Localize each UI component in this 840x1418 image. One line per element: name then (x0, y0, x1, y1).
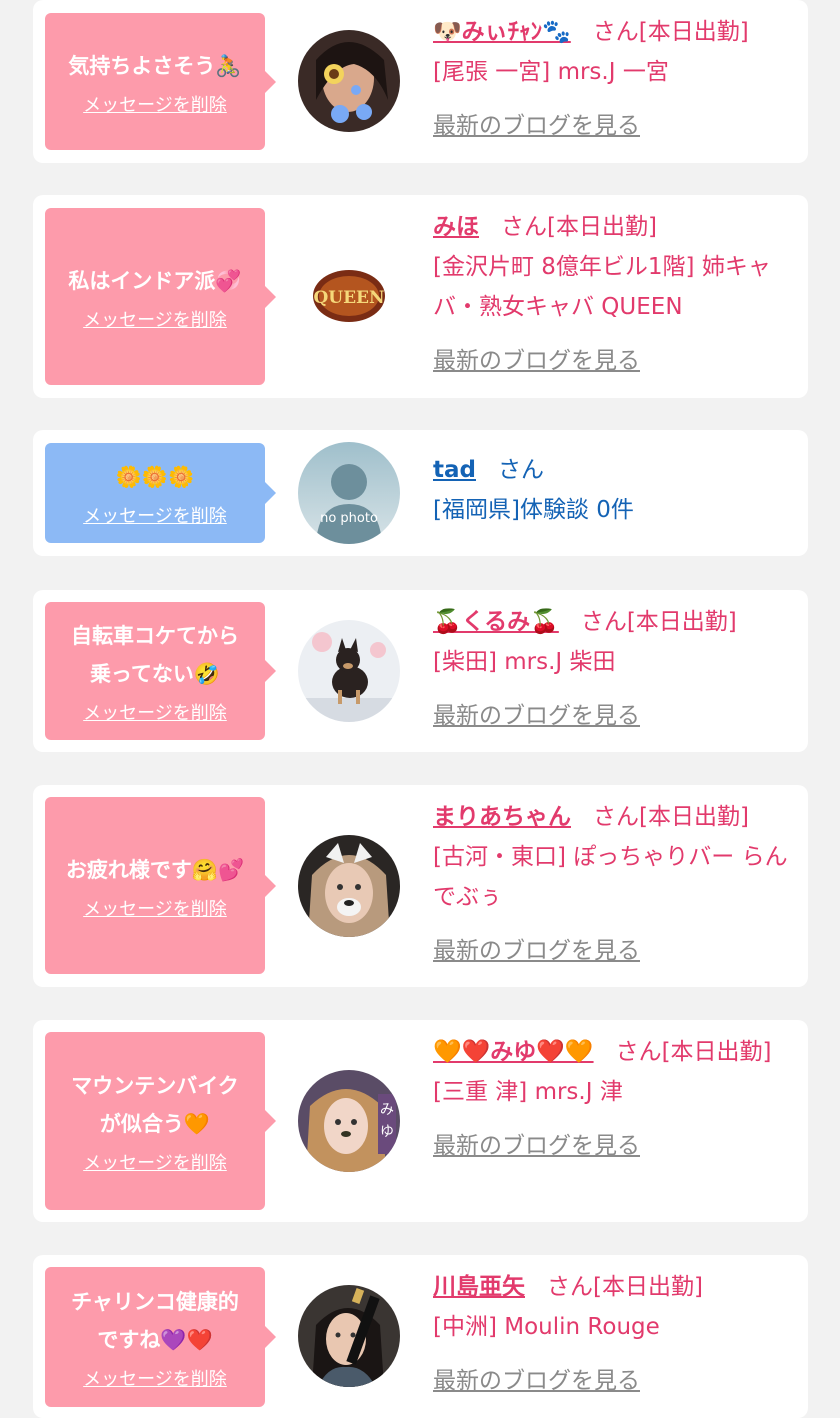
sender-name-link[interactable]: tad (433, 457, 476, 483)
message-text: 私はインドア派💞 (68, 268, 242, 293)
sender-info: tad さん [福岡県]体験談 0件 (433, 450, 794, 530)
avatar[interactable]: no photo (298, 442, 400, 544)
avatar[interactable]: QUEEN (298, 245, 400, 347)
status-text: [本日出勤] (638, 19, 749, 45)
san-label: さん (547, 1274, 593, 1300)
message-text: チャリンコ健康的 ですね💜❤️ (71, 1290, 239, 1352)
message-bubble: 🌼🌼🌼 メッセージを削除 (45, 443, 276, 543)
status-text: [本日出勤] (661, 1039, 772, 1065)
message-card: 気持ちよさそう🚴 メッセージを削除 🐶みぃﾁｬﾝ🐾 さん[本日出勤] [尾張 一宮… (33, 0, 808, 163)
message-text: マウンテンバイク が似合う🧡 (71, 1074, 239, 1136)
sender-name-link[interactable]: 川島亜矢 (433, 1274, 525, 1300)
latest-blog-link[interactable]: 最新のブログを見る (433, 696, 640, 736)
message-bubble: 気持ちよさそう🚴 メッセージを削除 (45, 13, 276, 150)
delete-message-link[interactable]: メッセージを削除 (83, 895, 227, 921)
sender-info: 🐶みぃﾁｬﾝ🐾 さん[本日出勤] [尾張 一宮] mrs.J 一宮 最新のブログを… (433, 12, 794, 146)
message-bubble: 自転車コケてから 乗ってない🤣 メッセージを削除 (45, 602, 276, 740)
status-text: [本日出勤] (547, 214, 657, 240)
san-label: さん (497, 457, 544, 483)
avatar[interactable] (298, 1285, 400, 1387)
message-text: 自転車コケてから 乗ってない🤣 (71, 624, 239, 686)
avatar[interactable] (298, 30, 400, 132)
message-card: マウンテンバイク が似合う🧡 メッセージを削除 み ゆ 🧡❤️みゆ❤️🧡 さん[本… (33, 1020, 808, 1222)
status-text: [本日出勤] (593, 1274, 703, 1300)
message-card: 自転車コケてから 乗ってない🤣 メッセージを削除 🍒くるみ🍒 さん[本日出勤] (33, 590, 808, 752)
status-text: [本日出勤] (639, 804, 749, 830)
message-card: 🌼🌼🌼 メッセージを削除 no photo tad さん [福岡県]体験談 0件 (33, 430, 808, 556)
latest-blog-link[interactable]: 最新のブログを見る (433, 106, 640, 146)
shop-text: [中洲] Moulin Rouge (433, 1314, 660, 1340)
delete-message-link[interactable]: メッセージを削除 (83, 1365, 227, 1391)
shop-text: [三重 津] mrs.J 津 (433, 1079, 623, 1105)
message-list: 気持ちよさそう🚴 メッセージを削除 🐶みぃﾁｬﾝ🐾 さん[本日出勤] [尾張 一宮… (0, 0, 840, 1418)
sender-info: まりあちゃん さん[本日出勤] [古河・東口] ぽっちゃりバー らんでぶぅ 最新の… (433, 797, 794, 971)
sender-name-link[interactable]: 🍒くるみ🍒 (433, 609, 559, 635)
message-bubble: チャリンコ健康的 ですね💜❤️ メッセージを削除 (45, 1267, 276, 1407)
sender-info: みほ さん[本日出勤] [金沢片町 8億年ビル1階] 姉キャバ・熟女キャバ QUE… (433, 207, 794, 381)
san-label: さん (501, 214, 547, 240)
no-photo-text: no photo (320, 511, 378, 526)
message-text: 気持ちよさそう🚴 (68, 53, 242, 78)
avatar[interactable]: み ゆ (298, 1070, 400, 1172)
message-text: お疲れ様です🤗💕 (65, 857, 245, 882)
shop-text: [柴田] mrs.J 柴田 (433, 649, 616, 675)
message-bubble: お疲れ様です🤗💕 メッセージを削除 (45, 797, 276, 974)
latest-blog-link[interactable]: 最新のブログを見る (433, 931, 640, 971)
san-label: さん (580, 609, 627, 635)
san-label: さん (615, 1039, 662, 1065)
san-label: さん (592, 19, 639, 45)
delete-message-link[interactable]: メッセージを削除 (83, 699, 227, 725)
message-card: 私はインドア派💞 メッセージを削除 QUEEN みほ さん[本日出勤] [金沢片町… (33, 195, 808, 398)
sender-info: 川島亜矢 さん[本日出勤] [中洲] Moulin Rouge 最新のブログを見る (433, 1267, 794, 1401)
svg-text:QUEEN: QUEEN (313, 288, 384, 308)
shop-text: [古河・東口] ぽっちゃりバー らんでぶぅ (433, 844, 788, 910)
sender-info: 🧡❤️みゆ❤️🧡 さん[本日出勤] [三重 津] mrs.J 津 最新のブログを見… (433, 1032, 794, 1166)
shop-text: [金沢片町 8億年ビル1階] 姉キャバ・熟女キャバ QUEEN (433, 254, 771, 320)
delete-message-link[interactable]: メッセージを削除 (83, 306, 227, 332)
shop-text: [尾張 一宮] mrs.J 一宮 (433, 59, 669, 85)
svg-text:ゆ: ゆ (380, 1124, 394, 1140)
message-card: チャリンコ健康的 ですね💜❤️ メッセージを削除 川島亜矢 さん[本日出勤] [中… (33, 1255, 808, 1418)
latest-blog-link[interactable]: 最新のブログを見る (433, 1126, 640, 1166)
message-bubble: マウンテンバイク が似合う🧡 メッセージを削除 (45, 1032, 276, 1210)
sender-info: 🍒くるみ🍒 さん[本日出勤] [柴田] mrs.J 柴田 最新のブログを見る (433, 602, 794, 736)
sender-name-link[interactable]: まりあちゃん (433, 804, 571, 830)
san-label: さん (593, 804, 639, 830)
message-card: お疲れ様です🤗💕 メッセージを削除 まりあちゃん さん[本日出勤] [古河・東口]… (33, 785, 808, 987)
sender-name-link[interactable]: 🧡❤️みゆ❤️🧡 (433, 1039, 594, 1065)
delete-message-link[interactable]: メッセージを削除 (83, 502, 227, 528)
sender-name-link[interactable]: みほ (433, 214, 479, 240)
status-text: [本日出勤] (626, 609, 737, 635)
message-text: 🌼🌼🌼 (115, 465, 195, 489)
sender-name-link[interactable]: 🐶みぃﾁｬﾝ🐾 (433, 19, 571, 45)
svg-text:み: み (380, 1102, 394, 1118)
latest-blog-link[interactable]: 最新のブログを見る (433, 341, 640, 381)
latest-blog-link[interactable]: 最新のブログを見る (433, 1361, 640, 1401)
delete-message-link[interactable]: メッセージを削除 (83, 91, 227, 117)
avatar[interactable] (298, 620, 400, 722)
shop-text: [福岡県]体験談 0件 (433, 497, 634, 523)
message-bubble: 私はインドア派💞 メッセージを削除 (45, 208, 276, 385)
avatar[interactable] (298, 835, 400, 937)
delete-message-link[interactable]: メッセージを削除 (83, 1149, 227, 1175)
